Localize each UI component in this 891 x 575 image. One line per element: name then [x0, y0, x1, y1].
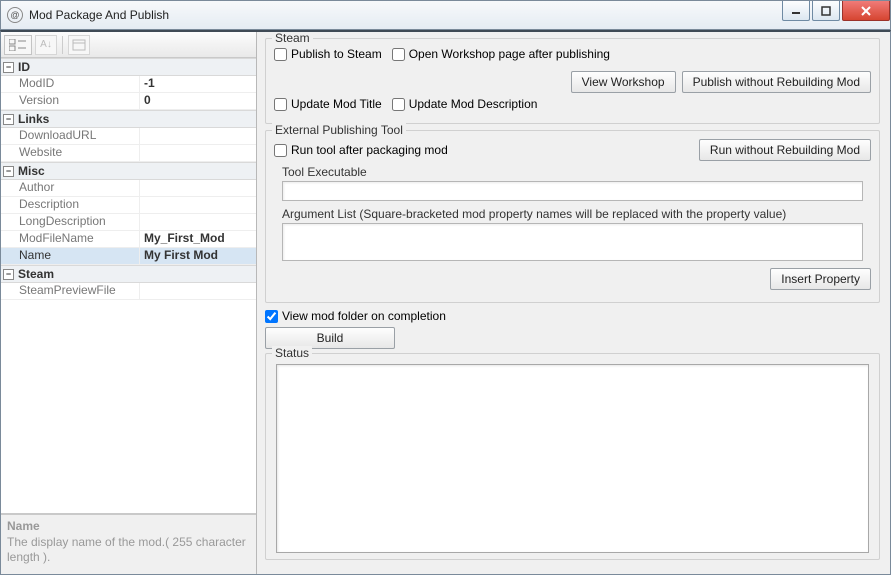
title-bar: @ Mod Package And Publish [0, 0, 891, 30]
propgrid-label: ModFileName [1, 231, 139, 247]
propgrid-label: Author [1, 180, 139, 196]
collapse-icon[interactable]: − [3, 62, 14, 73]
client-area: A↓ −IDModID-1Version0−LinksDownloadURLWe… [0, 30, 891, 575]
propgrid-category[interactable]: −Steam [1, 265, 256, 283]
run-without-rebuild-button[interactable]: Run without Rebuilding Mod [699, 139, 871, 161]
propgrid-row[interactable]: Author [1, 180, 256, 197]
open-workshop-after-checkbox[interactable]: Open Workshop page after publishing [392, 47, 610, 61]
propgrid-label: LongDescription [1, 214, 139, 230]
steam-group: Steam Publish to Steam Open Workshop pag… [265, 38, 880, 124]
propgrid-label: Description [1, 197, 139, 213]
propgrid-value[interactable] [139, 128, 256, 144]
propgrid-row[interactable]: Website [1, 145, 256, 162]
propgrid-row[interactable]: ModFileNameMy_First_Mod [1, 231, 256, 248]
toolbar-separator [62, 36, 63, 54]
publish-without-rebuild-button[interactable]: Publish without Rebuilding Mod [682, 71, 871, 93]
propgrid-row[interactable]: DownloadURL [1, 128, 256, 145]
view-workshop-button[interactable]: View Workshop [571, 71, 676, 93]
alpha-sort-button[interactable]: A↓ [35, 35, 57, 55]
category-label: Misc [18, 164, 45, 178]
propgrid-row[interactable]: NameMy First Mod [1, 248, 256, 265]
categorized-view-button[interactable] [4, 35, 32, 55]
collapse-icon[interactable]: − [3, 114, 14, 125]
collapse-icon[interactable]: − [3, 269, 14, 280]
tool-exe-label: Tool Executable [282, 165, 871, 179]
status-output[interactable] [276, 364, 869, 553]
argument-list-input[interactable] [282, 223, 863, 261]
update-mod-title-checkbox[interactable]: Update Mod Title [274, 97, 382, 111]
tool-executable-input[interactable] [282, 181, 863, 201]
propgrid-label: Name [1, 248, 139, 264]
right-panel: Steam Publish to Steam Open Workshop pag… [257, 32, 890, 574]
propgrid-row[interactable]: Description [1, 197, 256, 214]
propgrid-value[interactable] [139, 283, 256, 299]
propgrid-value[interactable]: My_First_Mod [139, 231, 256, 247]
window-buttons [780, 1, 890, 29]
argument-list-label: Argument List (Square-bracketed mod prop… [282, 207, 871, 221]
external-tool-legend: External Publishing Tool [272, 123, 406, 137]
propgrid-label: ModID [1, 76, 139, 92]
property-help: Name The display name of the mod.( 255 c… [1, 514, 256, 574]
status-group: Status [265, 353, 880, 560]
help-text: The display name of the mod.( 255 charac… [7, 535, 250, 566]
minimize-button[interactable] [782, 1, 810, 21]
app-icon: @ [7, 7, 23, 23]
propgrid-toolbar: A↓ [1, 32, 256, 58]
collapse-icon[interactable]: − [3, 166, 14, 177]
propgrid-label: DownloadURL [1, 128, 139, 144]
help-title: Name [7, 519, 250, 535]
propgrid-category[interactable]: −Misc [1, 162, 256, 180]
propgrid-value[interactable] [139, 214, 256, 230]
propgrid-label: Version [1, 93, 139, 109]
propgrid-value[interactable]: My First Mod [139, 248, 256, 264]
left-panel: A↓ −IDModID-1Version0−LinksDownloadURLWe… [1, 32, 257, 574]
publish-to-steam-checkbox[interactable]: Publish to Steam [274, 47, 382, 61]
maximize-button[interactable] [812, 1, 840, 21]
status-legend: Status [272, 346, 312, 360]
run-tool-after-checkbox[interactable]: Run tool after packaging mod [274, 143, 448, 157]
window-title: Mod Package And Publish [29, 8, 780, 22]
propgrid-value[interactable]: 0 [139, 93, 256, 109]
propgrid-row[interactable]: LongDescription [1, 214, 256, 231]
propgrid-row[interactable]: Version0 [1, 93, 256, 110]
propgrid-category[interactable]: −ID [1, 58, 256, 76]
update-mod-description-checkbox[interactable]: Update Mod Description [392, 97, 538, 111]
close-button[interactable] [842, 1, 890, 21]
category-label: Steam [18, 267, 54, 281]
propgrid-row[interactable]: SteamPreviewFile [1, 283, 256, 300]
propgrid-value[interactable] [139, 145, 256, 161]
property-grid[interactable]: −IDModID-1Version0−LinksDownloadURLWebsi… [1, 58, 256, 514]
propgrid-value[interactable]: -1 [139, 76, 256, 92]
propgrid-category[interactable]: −Links [1, 110, 256, 128]
category-label: ID [18, 60, 30, 74]
insert-property-button[interactable]: Insert Property [770, 268, 871, 290]
propgrid-value[interactable] [139, 180, 256, 196]
propgrid-value[interactable] [139, 197, 256, 213]
propgrid-label: Website [1, 145, 139, 161]
category-label: Links [18, 112, 49, 126]
propgrid-row[interactable]: ModID-1 [1, 76, 256, 93]
property-pages-button[interactable] [68, 35, 90, 55]
steam-legend: Steam [272, 32, 313, 45]
view-folder-on-completion-checkbox[interactable]: View mod folder on completion [265, 309, 446, 323]
external-tool-group: External Publishing Tool Run tool after … [265, 130, 880, 303]
propgrid-label: SteamPreviewFile [1, 283, 139, 299]
